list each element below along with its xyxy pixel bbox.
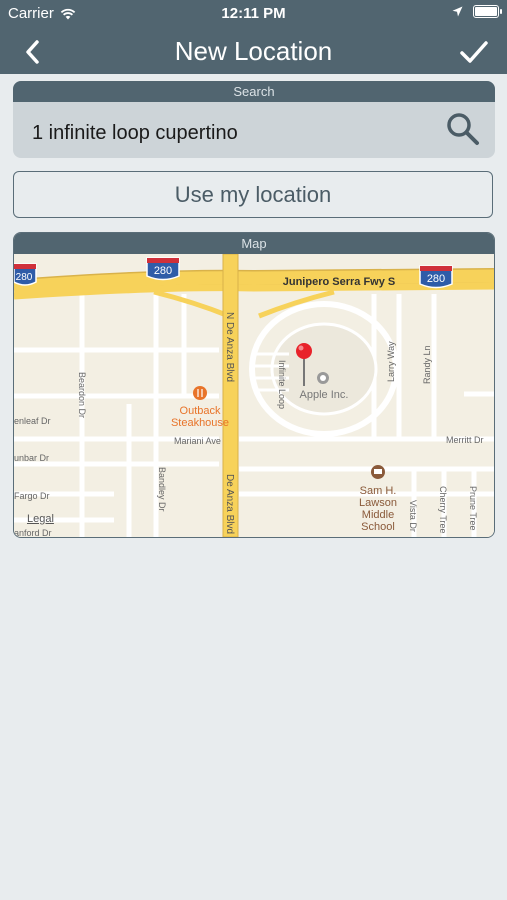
svg-text:School: School [361,521,395,533]
greenleaf-label: enleaf Dr [14,416,51,426]
dunbar-label: unbar Dr [14,453,49,463]
search-input[interactable] [32,118,432,148]
search-icon[interactable] [445,111,481,147]
checkmark-icon[interactable] [459,39,489,65]
svg-text:Middle: Middle [362,509,394,521]
page-title: New Location [174,36,333,66]
vista-dr-label: Vista Dr [408,500,418,532]
stanford-label: anford Dr [14,528,52,537]
apple-poi-icon[interactable] [317,372,329,384]
map-panel: Map 280 280 280 Junipero Serra Fwy S N D… [13,232,495,538]
outback-label-line1: Outback [180,405,221,417]
interstate-280-shield-3: 280 [419,265,453,289]
svg-text:280: 280 [154,265,172,277]
prune-tree-label: Prune Tree [468,486,478,531]
top-bar: Carrier 12:11 PM New Location [0,0,507,74]
navigation-bar: New Location [0,28,507,74]
status-bar: Carrier 12:11 PM [0,0,507,28]
svg-text:280: 280 [427,273,445,285]
beardon-label: Beardon Dr [77,372,87,418]
school-poi-icon[interactable] [371,465,385,479]
search-panel: Search [13,81,495,158]
clock: 12:11 PM [221,5,286,22]
mariani-label: Mariani Ave [174,436,221,446]
merritt-label: Merritt Dr [446,435,484,445]
bandley-label: Bandley Dr [157,467,167,512]
freeway-label: Junipero Serra Fwy S [283,276,395,288]
map-legal-link[interactable]: Legal [27,513,54,525]
fargo-label: Fargo Dr [14,491,50,501]
infinite-loop-label: Infinite Loop [277,360,287,409]
randy-ln-label: Randy Ln [422,345,432,384]
interstate-280-shield-1: 280 [14,263,37,286]
map-header: Map [14,233,494,254]
apple-label: Apple Inc. [300,389,349,401]
larry-way-label: Larry Way [386,341,396,382]
search-header: Search [13,81,495,102]
map-view[interactable]: 280 280 280 Junipero Serra Fwy S N De An… [14,254,494,537]
location-arrow-icon [452,6,463,17]
outback-label-line2: Steakhouse [171,417,229,429]
interstate-280-shield-2: 280 [146,257,180,281]
de-anza-label: De Anza Blvd [224,474,235,534]
svg-text:280: 280 [16,272,33,283]
svg-text:Sam H.: Sam H. [360,485,397,497]
use-my-location-button[interactable]: Use my location [13,171,493,218]
svg-text:Lawson: Lawson [359,497,397,509]
battery-icon [473,5,502,18]
restaurant-poi-icon[interactable] [193,386,207,400]
cherry-tree-label: Cherry Tree [438,486,448,534]
n-de-anza-label: N De Anza Blvd [224,312,235,382]
